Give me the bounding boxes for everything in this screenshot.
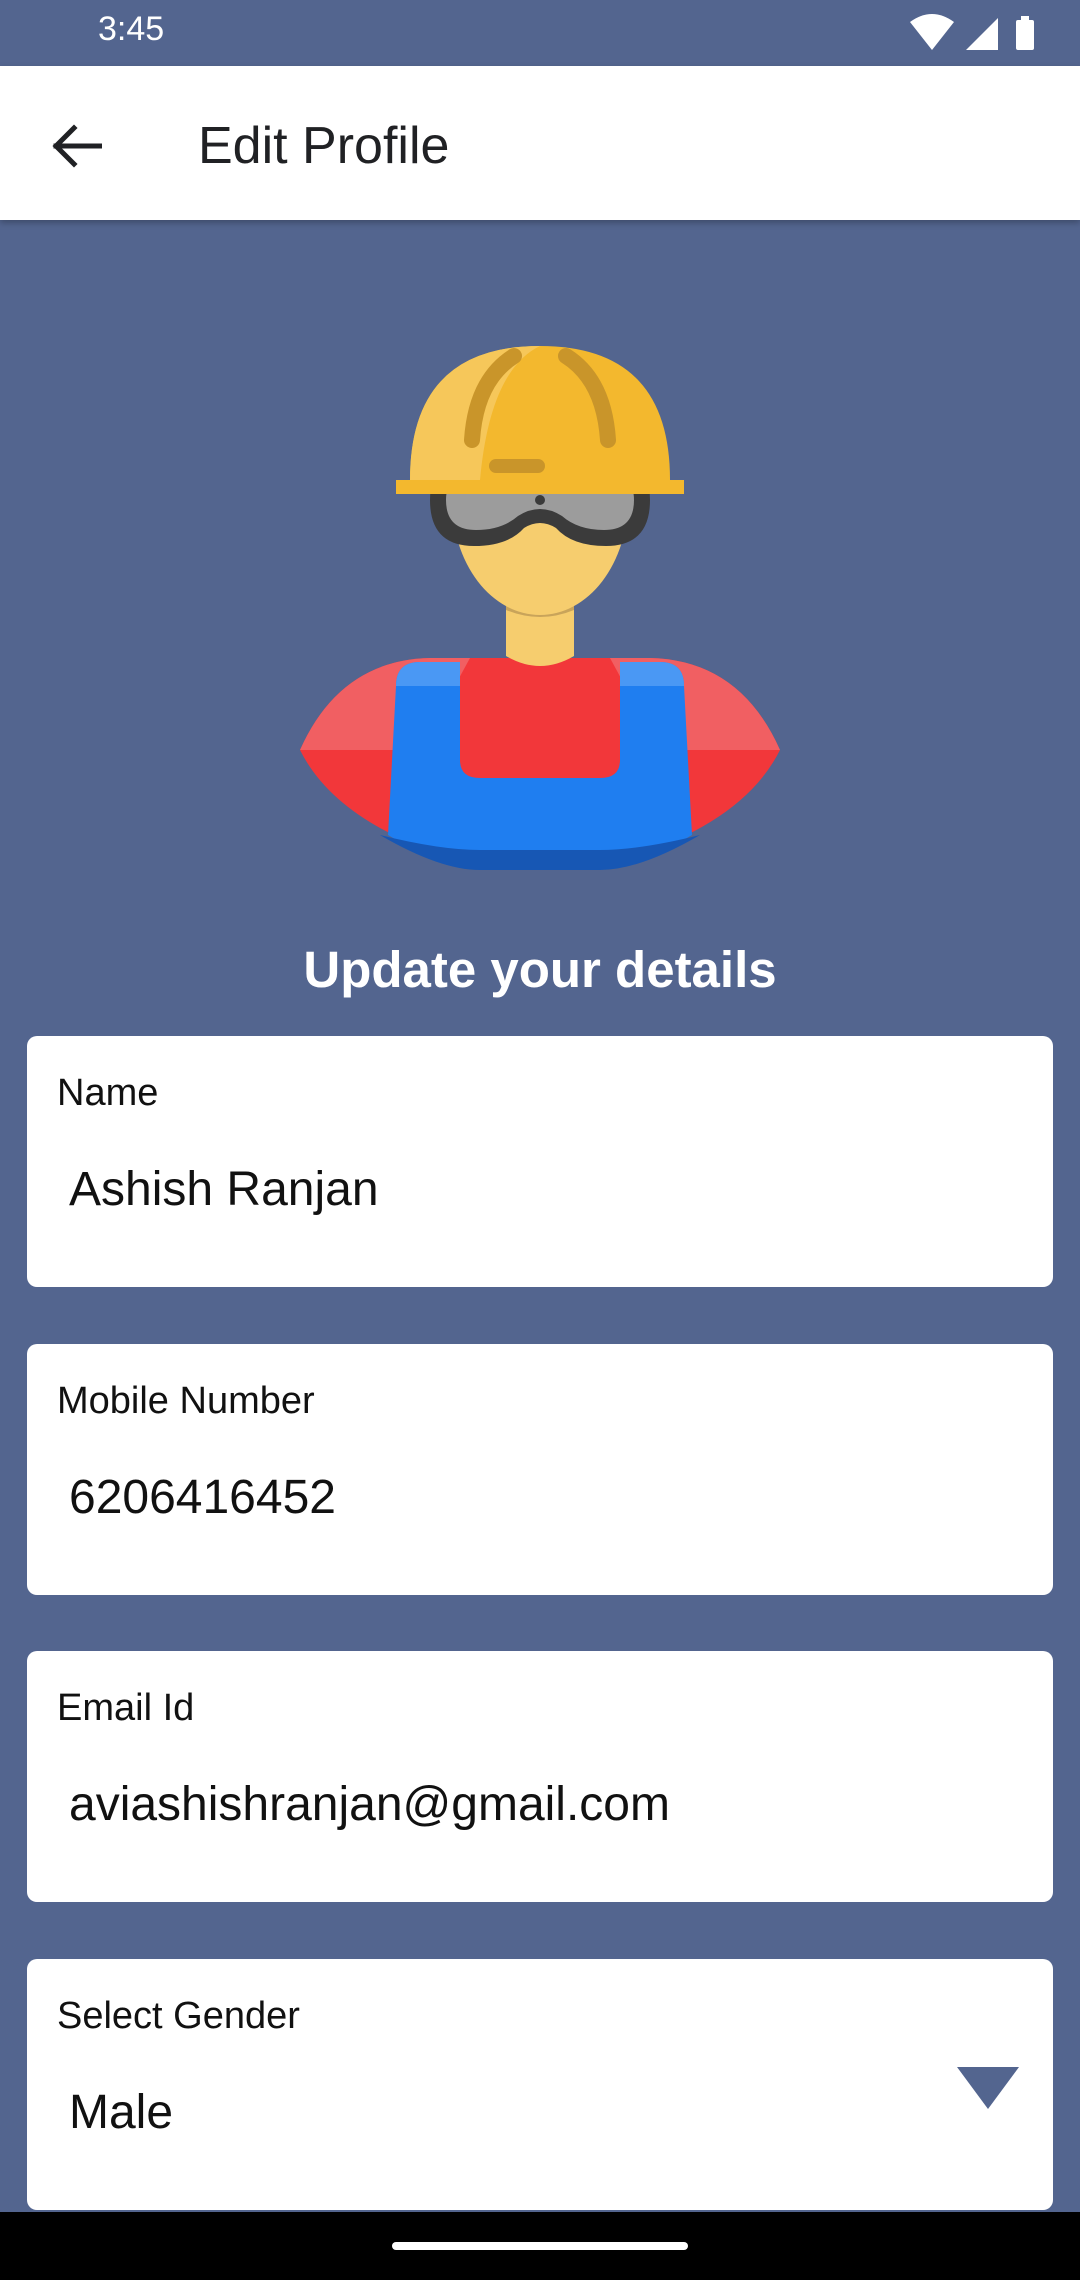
status-icons <box>910 14 1040 54</box>
status-time: 3:45 <box>98 10 165 48</box>
app-bar: Edit Profile <box>0 66 1080 220</box>
battery-icon <box>1016 16 1034 50</box>
page-title: Edit Profile <box>198 117 450 175</box>
mobile-field-card[interactable]: Mobile Number 6206416452 <box>27 1344 1053 1595</box>
section-heading: Update your details <box>303 941 777 998</box>
email-label: Email Id <box>57 1687 195 1729</box>
triangle-down-icon[interactable] <box>957 2067 1019 2109</box>
name-field-card[interactable]: Name Ashish Ranjan <box>27 1036 1053 1287</box>
back-button[interactable] <box>40 110 112 182</box>
mobile-input[interactable]: 6206416452 <box>69 1470 969 1525</box>
name-input[interactable]: Ashish Ranjan <box>69 1162 969 1217</box>
gender-select-card[interactable]: Select Gender Male <box>27 1959 1053 2210</box>
mobile-label: Mobile Number <box>57 1380 315 1422</box>
email-input[interactable]: aviashishranjan@gmail.com <box>69 1777 969 1832</box>
arrow-left-icon <box>52 124 102 168</box>
status-bar: 3:45 <box>0 0 1080 66</box>
system-nav-bar <box>0 2212 1080 2280</box>
signal-icon <box>966 18 998 50</box>
construction-worker-avatar <box>300 346 780 870</box>
wifi-icon <box>910 14 954 50</box>
name-label: Name <box>57 1072 159 1114</box>
gender-select[interactable]: Male <box>69 2085 969 2140</box>
email-field-card[interactable]: Email Id aviashishranjan@gmail.com <box>27 1651 1053 1902</box>
home-gesture-handle[interactable] <box>392 2242 688 2250</box>
gender-label: Select Gender <box>57 1995 300 2037</box>
